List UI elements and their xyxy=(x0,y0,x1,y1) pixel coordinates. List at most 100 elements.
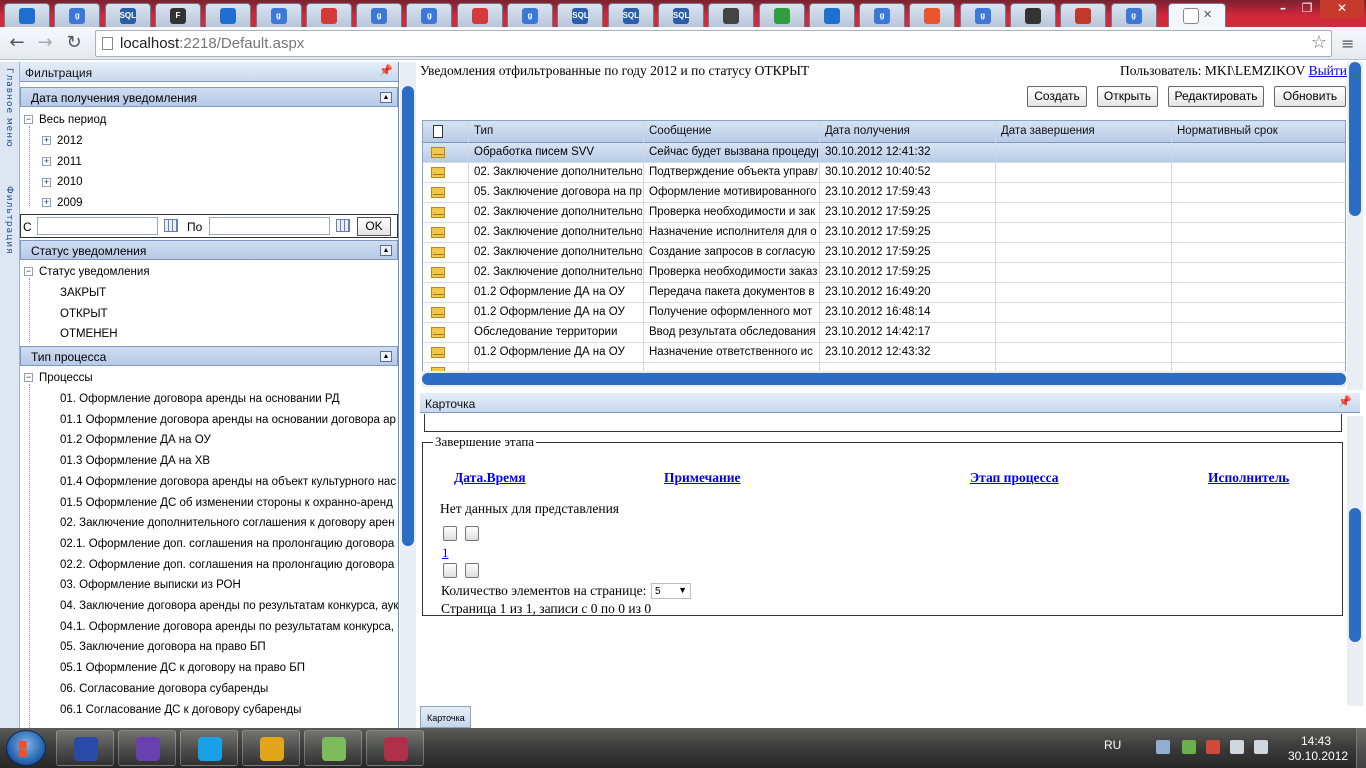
logout-link[interactable]: Выйти xyxy=(1309,63,1347,78)
column-header[interactable]: Тип xyxy=(474,125,493,137)
ok-button[interactable]: OK xyxy=(357,217,391,236)
collapse-node-icon[interactable]: − xyxy=(24,115,33,125)
network-tray-icon[interactable] xyxy=(1156,740,1170,754)
browser-tab[interactable] xyxy=(305,3,352,27)
pin-icon[interactable]: 📌 xyxy=(1338,395,1352,408)
table-row[interactable]: 02. Заключение дополнительно Проверка нео… xyxy=(423,203,1345,223)
browser-tab[interactable]: g xyxy=(1110,3,1157,27)
browser-tab[interactable]: SQL xyxy=(104,3,151,27)
page-size-select[interactable]: 5 ▼ xyxy=(651,583,691,599)
tree-node-process[interactable]: 06. Согласование договора субаренды xyxy=(60,681,268,697)
card-scrollbar-thumb[interactable] xyxy=(1349,508,1361,642)
table-row[interactable]: Обследование территории Ввод результата о… xyxy=(423,323,1345,343)
collapse-icon[interactable]: ▲ xyxy=(380,245,392,256)
left-scrollbar-thumb[interactable] xyxy=(402,86,414,546)
table-row[interactable]: 02. Заключение дополнительно Проверка нео… xyxy=(423,263,1345,283)
table-row[interactable]: 05. Заключение договора на пр Оформление … xyxy=(423,183,1345,203)
minimize-window-button[interactable]: – xyxy=(1272,0,1294,18)
expand-node-icon[interactable]: + xyxy=(42,177,51,187)
tree-node-status[interactable]: ОТМЕНЕН xyxy=(60,326,118,342)
tree-node-process[interactable]: 03. Оформление выписки из РОН xyxy=(60,577,241,593)
browser-tab-active[interactable]: ✕ xyxy=(1168,3,1226,27)
table-row[interactable]: 02. Заключение дополнительно Назначение и… xyxy=(423,223,1345,243)
page-link[interactable]: 1 xyxy=(442,545,449,561)
table-row[interactable]: 02. Заключение дополнительно Подтверждени… xyxy=(423,163,1345,183)
column-header[interactable]: Дата получения xyxy=(825,125,910,137)
clock[interactable]: 14:43 30.10.2012 xyxy=(1288,734,1348,764)
taskbar-app[interactable] xyxy=(118,730,176,766)
browser-tab[interactable] xyxy=(708,3,755,27)
card-scrollbar[interactable] xyxy=(1347,416,1363,706)
taskbar-app[interactable] xyxy=(242,730,300,766)
tree-node-process[interactable]: 01.4 Оформление договора аренды на объек… xyxy=(60,474,396,490)
process-group-header[interactable]: Тип процесса ▲ xyxy=(20,346,398,366)
date-from-input[interactable] xyxy=(37,217,158,235)
tray-icon[interactable] xyxy=(1182,740,1196,754)
tree-node-process[interactable]: 02.2. Оформление доп. соглашения на прол… xyxy=(60,557,394,573)
calendar-icon[interactable] xyxy=(164,219,178,232)
browser-tab[interactable] xyxy=(808,3,855,27)
reload-icon[interactable]: ↻ xyxy=(63,33,85,55)
volume-icon[interactable] xyxy=(1254,740,1268,754)
browser-tab[interactable]: g xyxy=(54,3,101,27)
tab-close-icon[interactable]: ✕ xyxy=(1203,8,1212,21)
browser-tab[interactable]: SQL xyxy=(557,3,604,27)
browser-tab[interactable]: SQL xyxy=(657,3,704,27)
language-indicator[interactable]: RU xyxy=(1104,738,1121,752)
browser-tab[interactable] xyxy=(758,3,805,27)
network-icon[interactable] xyxy=(1230,740,1244,754)
browser-tab[interactable]: SQL xyxy=(607,3,654,27)
tree-node-year[interactable]: +2010 xyxy=(42,174,83,190)
main-menu-tab[interactable]: Главное меню xyxy=(4,68,14,148)
card-bottom-tab[interactable]: Карточка xyxy=(420,706,471,728)
browser-tab[interactable] xyxy=(909,3,956,27)
taskbar-app[interactable] xyxy=(304,730,362,766)
first-page-button[interactable] xyxy=(443,526,457,541)
tree-node-process[interactable]: 05. Заключение договора на право БП xyxy=(60,639,266,655)
maximize-window-button[interactable]: ❐ xyxy=(1296,0,1318,18)
browser-tab[interactable]: F xyxy=(154,3,201,27)
column-sort-link[interactable]: Исполнитель xyxy=(1208,470,1289,486)
tree-node-process[interactable]: 01.3 Оформление ДА на ХВ xyxy=(60,453,210,469)
expand-node-icon[interactable]: + xyxy=(42,198,51,208)
tree-node-process[interactable]: 01.2 Оформление ДА на ОУ xyxy=(60,432,211,448)
tree-node-process[interactable]: 01.5 Оформление ДС об изменении стороны … xyxy=(60,495,393,511)
browser-tab[interactable]: g xyxy=(406,3,453,27)
browser-tab[interactable]: g xyxy=(255,3,302,27)
tree-node-process[interactable]: 04.1. Оформление договора аренды по резу… xyxy=(60,619,394,635)
back-icon[interactable]: ← xyxy=(6,33,28,55)
collapse-node-icon[interactable]: − xyxy=(24,373,33,383)
tree-node-process[interactable]: 01.1 Оформление договора аренды на основ… xyxy=(60,412,396,428)
column-sort-link[interactable]: Дата.Время xyxy=(454,470,526,486)
tree-node-process[interactable]: 02. Заключение дополнительного соглашени… xyxy=(60,515,395,531)
filtration-tab[interactable]: Фильтрация xyxy=(4,186,14,255)
address-bar[interactable]: localhost:2218/Default.aspx ☆ xyxy=(95,30,1332,57)
tree-node-process[interactable]: 01. Оформление договора аренды на основа… xyxy=(60,391,340,407)
close-window-button[interactable]: ✕ xyxy=(1320,0,1364,18)
taskbar-app[interactable] xyxy=(366,730,424,766)
grid-vertical-scrollbar[interactable] xyxy=(1347,62,1363,390)
collapse-icon[interactable]: ▲ xyxy=(380,92,392,103)
column-sort-link[interactable]: Примечание xyxy=(664,470,741,486)
table-row[interactable]: 01.2 Оформление ДА на ОУ Получение оформл… xyxy=(423,303,1345,323)
table-row[interactable]: 01.2 Оформление ДА на ОУ Передача пакета … xyxy=(423,283,1345,303)
tree-node-status[interactable]: ЗАКРЫТ xyxy=(60,285,106,301)
tree-node-processes[interactable]: − Процессы xyxy=(24,370,93,386)
bookmark-star-icon[interactable]: ☆ xyxy=(1311,32,1327,53)
browser-tab[interactable]: g xyxy=(959,3,1006,27)
tree-node-all-period[interactable]: − Весь период xyxy=(24,112,106,128)
table-row[interactable]: 02. Заключение дополнительно Создание зап… xyxy=(423,243,1345,263)
expand-node-icon[interactable]: + xyxy=(42,157,51,167)
tree-node-process[interactable]: 06.1 Согласование ДС к договору субаренд… xyxy=(60,702,301,718)
tree-node-year[interactable]: +2009 xyxy=(42,195,83,211)
next-page-button[interactable] xyxy=(443,563,457,578)
table-row[interactable]: 01.2 Оформление ДА на ОУ Назначение ответ… xyxy=(423,343,1345,363)
taskbar-app[interactable] xyxy=(56,730,114,766)
collapse-icon[interactable]: ▲ xyxy=(380,351,392,362)
date-group-header[interactable]: Дата получения уведомления ▲ xyxy=(20,87,398,107)
date-to-input[interactable] xyxy=(209,217,330,235)
taskbar-app[interactable] xyxy=(180,730,238,766)
column-header[interactable]: Нормативный срок xyxy=(1177,125,1278,137)
column-header[interactable]: Дата завершения xyxy=(1001,125,1095,137)
browser-tab[interactable] xyxy=(1060,3,1107,27)
